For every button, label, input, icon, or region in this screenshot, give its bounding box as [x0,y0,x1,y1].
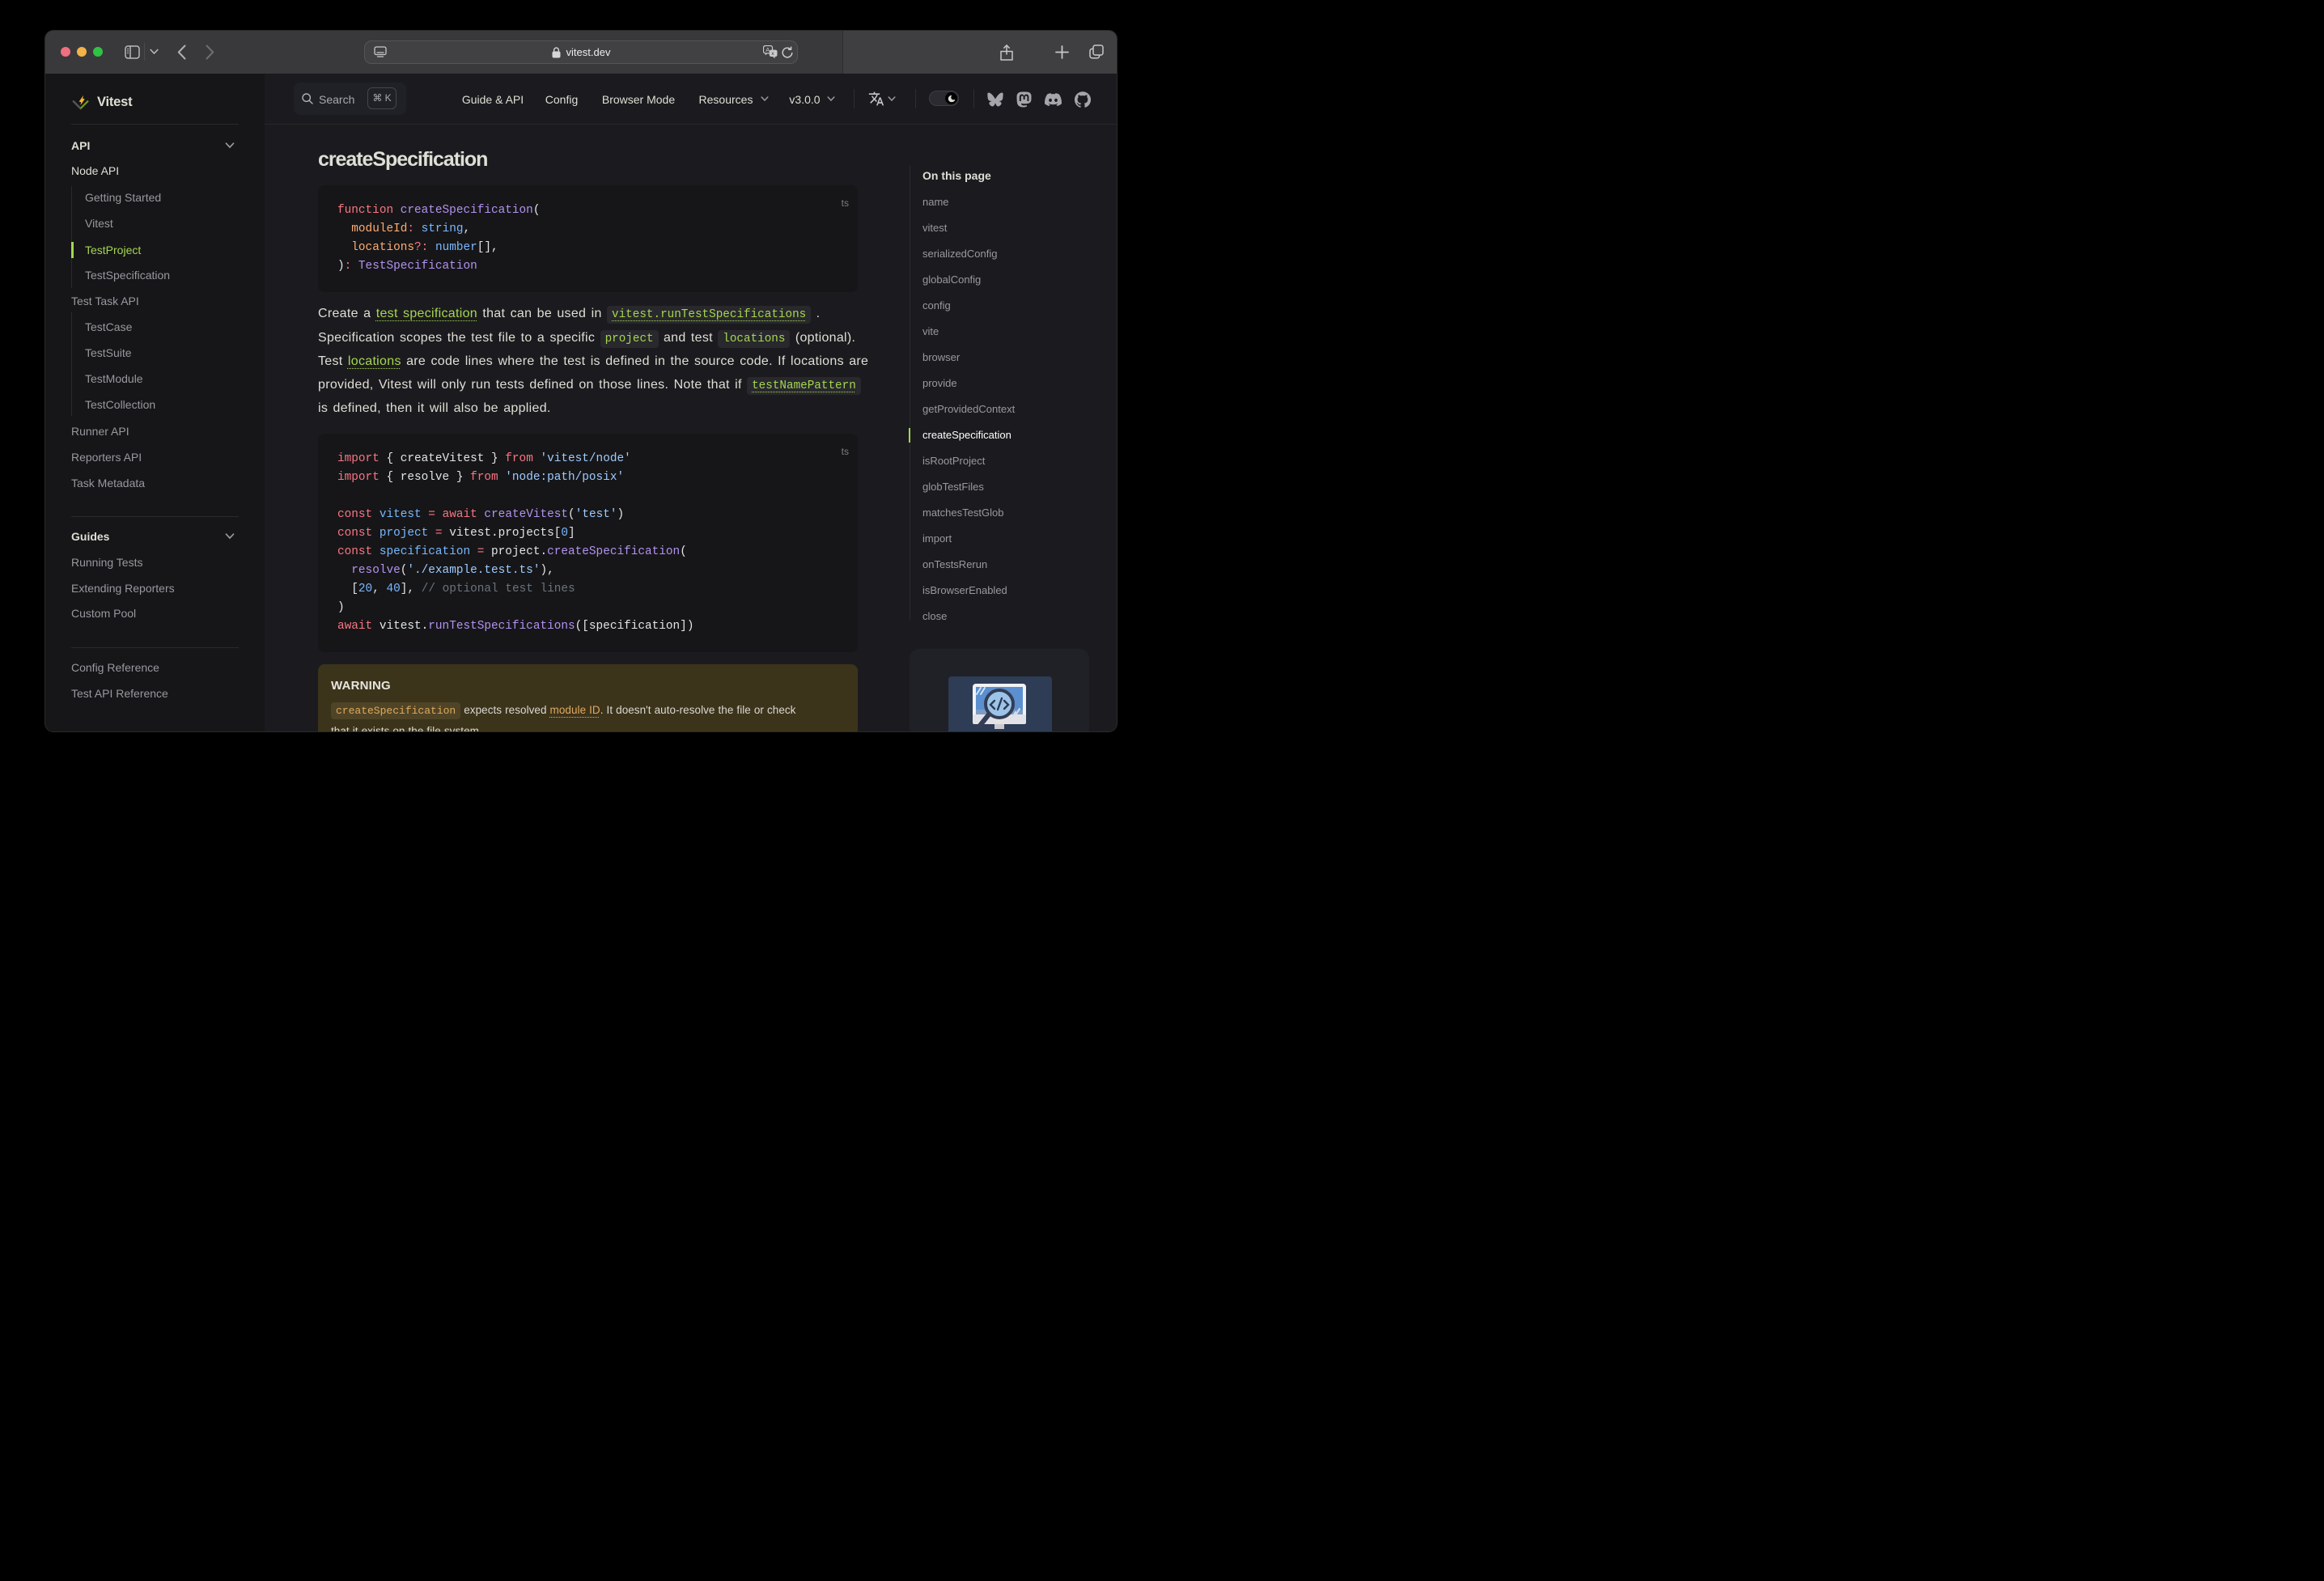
svg-text:A: A [765,46,770,53]
svg-text:x: x [771,51,774,57]
